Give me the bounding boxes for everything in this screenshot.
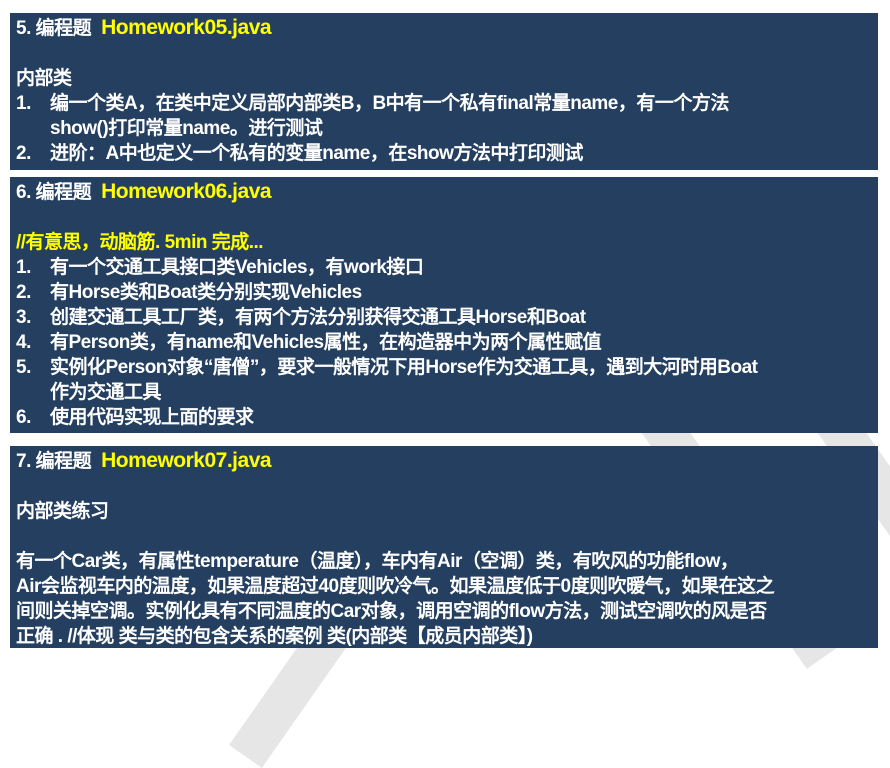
item-number: 1.: [16, 93, 31, 114]
task-topic: 内部类练习: [16, 501, 109, 522]
description-line: Air会监视车内的温度，如果温度超过40度则吹冷气。如果温度低于0度则吹暖气，如…: [16, 576, 775, 597]
item-text: 使用代码实现上面的要求: [50, 407, 254, 428]
list-item: 4. 有Person类，有name和Vehicles属性，在构造器中为两个属性赋值: [16, 330, 872, 355]
item-number: 2.: [16, 282, 31, 303]
homework-06-title: 6. 编程题 Homework06.java: [16, 179, 872, 205]
task-filename: Homework05.java: [101, 16, 272, 39]
task-number: 6. 编程题: [16, 182, 92, 203]
item-number: 2.: [16, 143, 31, 164]
task-filename: Homework07.java: [101, 449, 272, 472]
item-text: 有Person类，有name和Vehicles属性，在构造器中为两个属性赋值: [50, 332, 602, 353]
task-note: //有意思，动脑筋. 5min 完成...: [16, 232, 264, 253]
task-topic: 内部类: [16, 68, 72, 89]
homework-06-box: 6. 编程题 Homework06.java //有意思，动脑筋. 5min 完成…: [10, 177, 878, 433]
item-text: 编一个类A，在类中定义局部内部类B，B中有一个私有final常量name，有一个…: [50, 93, 729, 114]
list-item: 3. 创建交通工具工厂类，有两个方法分别获得交通工具Horse和Boat: [16, 305, 872, 330]
description-line: 正确 . //体现 类与类的包含关系的案例 类(内部类【成员内部类】): [16, 626, 533, 647]
item-text: show()打印常量name。进行测试: [50, 118, 323, 139]
item-number: 1.: [16, 257, 31, 278]
list-item: 2. 进阶：A中也定义一个私有的变量name，在show方法中打印测试: [16, 141, 872, 166]
item-text: 创建交通工具工厂类，有两个方法分别获得交通工具Horse和Boat: [50, 307, 586, 328]
task-number: 5. 编程题: [16, 18, 92, 39]
item-number: 5.: [16, 357, 31, 378]
homework-05-title: 5. 编程题 Homework05.java: [16, 15, 872, 41]
homework-05-box: 5. 编程题 Homework05.java 内部类 1. 编一个类A，在类中定义局…: [10, 13, 878, 170]
item-text: 有Horse类和Boat类分别实现Vehicles: [50, 282, 362, 303]
homework-07-title: 7. 编程题 Homework07.java: [16, 448, 872, 474]
list-item: 2. 有Horse类和Boat类分别实现Vehicles: [16, 280, 872, 305]
list-item: 1. 编一个类A，在类中定义局部内部类B，B中有一个私有final常量name，有…: [16, 91, 872, 141]
homework-07-box: 7. 编程题 Homework07.java 内部类练习 有一个Car类，有属性t…: [10, 446, 878, 648]
item-text: 进阶：A中也定义一个私有的变量name，在show方法中打印测试: [50, 143, 583, 164]
list-item: 6. 使用代码实现上面的要求: [16, 405, 872, 430]
task-number: 7. 编程题: [16, 451, 92, 472]
list-item: 5. 实例化Person对象“唐僧”，要求一般情况下用Horse作为交通工具，遇到…: [16, 355, 872, 405]
item-text: 实例化Person对象“唐僧”，要求一般情况下用Horse作为交通工具，遇到大河…: [50, 357, 758, 378]
description-line: 间则关掉空调。实例化具有不同温度的Car对象，调用空调的flow方法，测试空调吹…: [16, 601, 767, 622]
item-text: 有一个交通工具接口类Vehicles，有work接口: [50, 257, 424, 278]
task-filename: Homework06.java: [101, 180, 272, 203]
item-text: 作为交通工具: [50, 382, 162, 403]
list-item: 1. 有一个交通工具接口类Vehicles，有work接口: [16, 255, 872, 280]
item-number: 6.: [16, 407, 31, 428]
item-number: 3.: [16, 307, 31, 328]
description-line: 有一个Car类，有属性temperature（温度），车内有Air（空调）类，有…: [16, 551, 739, 572]
item-number: 4.: [16, 332, 31, 353]
